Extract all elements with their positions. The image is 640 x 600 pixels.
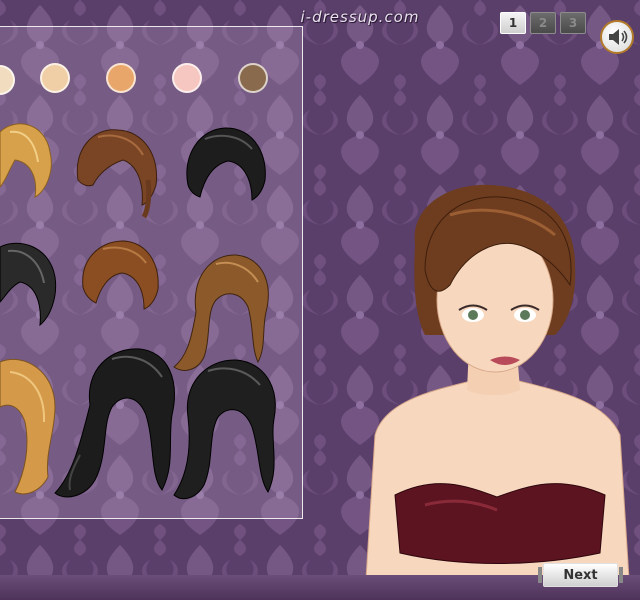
- sound-toggle-button[interactable]: [600, 20, 634, 54]
- next-button[interactable]: Next: [538, 563, 623, 587]
- hair-style-5[interactable]: [78, 237, 163, 327]
- hair-style-3[interactable]: [180, 125, 270, 210]
- wardrobe-panel: [0, 26, 303, 519]
- skin-swatch-3[interactable]: [106, 63, 136, 93]
- doll-model: [364, 184, 631, 595]
- speaker-icon: [609, 29, 628, 45]
- page-selector: 1 2 3: [500, 12, 586, 34]
- hair-style-9[interactable]: [168, 357, 288, 507]
- hair-style-8[interactable]: [50, 345, 180, 505]
- hair-style-1[interactable]: [0, 122, 55, 202]
- page-button-2[interactable]: 2: [530, 12, 556, 34]
- skin-swatch-2[interactable]: [40, 63, 70, 93]
- skin-swatch-1[interactable]: [0, 65, 15, 95]
- site-logo: i-dressup.com: [300, 8, 420, 26]
- page-button-3[interactable]: 3: [560, 12, 586, 34]
- skin-swatch-4[interactable]: [172, 63, 202, 93]
- hair-style-4[interactable]: [0, 237, 60, 327]
- hair-style-2[interactable]: [68, 125, 163, 220]
- skin-swatch-5[interactable]: [238, 63, 268, 93]
- page-button-1[interactable]: 1: [500, 12, 526, 34]
